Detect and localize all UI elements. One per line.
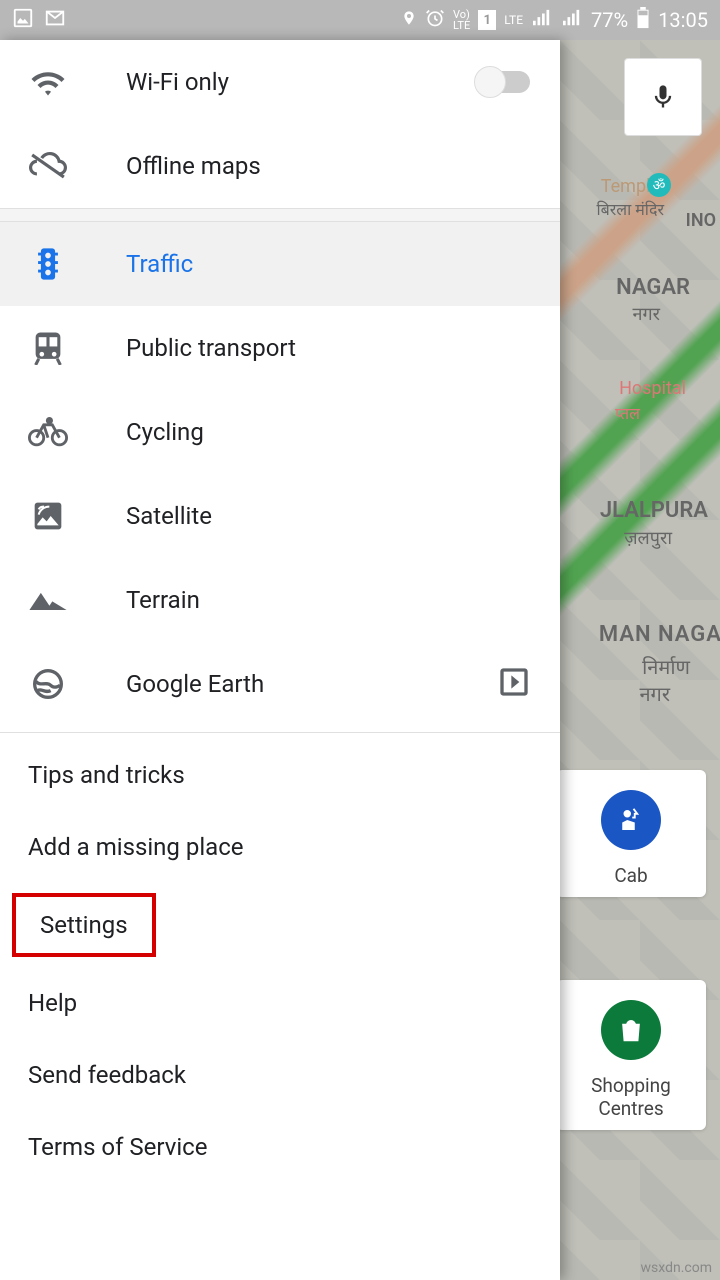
volte-label: Vo)LTE [453, 9, 470, 31]
separator [0, 732, 560, 733]
label: Settings [40, 911, 128, 939]
shopping-icon [601, 1000, 661, 1060]
label: Help [28, 989, 77, 1017]
menu-item-settings[interactable]: Settings [0, 883, 560, 967]
transit-icon [28, 331, 68, 365]
label: Terms of Service [28, 1133, 207, 1161]
card-label: Cab [566, 864, 696, 887]
wifi-only-toggle[interactable] [478, 71, 530, 93]
map-label-man-nagar-sub: निर्माण [642, 653, 690, 680]
map-label-nagar: NAGAR [616, 275, 690, 300]
category-card-shopping[interactable]: Shopping Centres [556, 980, 706, 1130]
menu-item-tos[interactable]: Terms of Service [0, 1111, 560, 1183]
menu-item-traffic[interactable]: Traffic [0, 222, 560, 306]
signal-icon [531, 8, 553, 32]
sim-icon: 1 [478, 10, 496, 30]
traffic-icon [28, 247, 68, 281]
menu-item-add-missing-place[interactable]: Add a missing place [0, 811, 560, 883]
category-card-cab[interactable]: Cab [556, 770, 706, 897]
label: Google Earth [126, 670, 264, 698]
svg-text:ॐ: ॐ [653, 178, 666, 194]
earth-icon [28, 668, 68, 700]
map-poi-hospital-sub: प्तल [615, 402, 640, 424]
label: Cycling [126, 418, 204, 446]
label: Traffic [126, 250, 193, 278]
menu-item-google-earth[interactable]: Google Earth [0, 642, 560, 726]
external-link-icon [498, 666, 530, 702]
cab-icon [601, 790, 661, 850]
om-marker-icon: ॐ [646, 172, 672, 198]
map-label-jlalpura-sub: ज़लपुरा [624, 526, 672, 550]
menu-item-offline-maps[interactable]: Offline maps [0, 124, 560, 208]
location-icon [401, 8, 417, 33]
cloud-off-icon [28, 151, 68, 181]
battery-label: 77% [591, 8, 628, 32]
card-label: Shopping [566, 1074, 696, 1097]
gallery-icon [12, 7, 34, 34]
status-bar: Vo)LTE 1 LTE 77% 13:05 [0, 0, 720, 40]
menu-item-satellite[interactable]: Satellite [0, 474, 560, 558]
wifi-icon [28, 68, 68, 96]
alarm-icon [425, 8, 445, 33]
menu-item-tips[interactable]: Tips and tricks [0, 739, 560, 811]
label: Send feedback [28, 1061, 186, 1089]
highlight-annotation: Settings [12, 893, 156, 957]
menu-item-wifi-only[interactable]: Wi-Fi only [0, 40, 560, 124]
map-label-man-nagar: MAN NAGA [599, 622, 720, 647]
map-label-nagar-sub: नगर [633, 302, 661, 326]
menu-item-public-transport[interactable]: Public transport [0, 306, 560, 390]
label: Terrain [126, 586, 200, 614]
map-poi-hospital[interactable]: Hospital [619, 378, 686, 399]
label: Offline maps [126, 152, 261, 180]
menu-item-terrain[interactable]: Terrain [0, 558, 560, 642]
signal-icon-2 [561, 8, 583, 32]
mail-icon [44, 7, 66, 34]
navigation-drawer: Wi-Fi only Offline maps Traffic Public t… [0, 40, 560, 1280]
watermark: wsxdn.com [641, 1260, 712, 1276]
label: Tips and tricks [28, 761, 185, 789]
bike-icon [28, 417, 68, 447]
voice-search-button[interactable] [624, 58, 702, 136]
mic-icon [649, 78, 677, 116]
label: Add a missing place [28, 833, 244, 861]
terrain-icon [28, 588, 68, 612]
card-sublabel: Centres [566, 1097, 696, 1120]
clock-label: 13:05 [658, 8, 708, 32]
battery-icon [636, 7, 650, 34]
label: Satellite [126, 502, 212, 530]
label: Public transport [126, 334, 296, 362]
map-label-jlalpura: JLALPURA [600, 498, 708, 523]
menu-item-cycling[interactable]: Cycling [0, 390, 560, 474]
separator [0, 208, 560, 222]
map-poi-temple-sub: बिरला मंदिर [596, 198, 664, 220]
map-label-ino: INO [686, 210, 716, 231]
menu-item-help[interactable]: Help [0, 967, 560, 1039]
map-label-man-nagar-sub2: नगर [639, 680, 670, 707]
lte-label: LTE [504, 13, 523, 27]
label: Wi-Fi only [126, 68, 229, 96]
menu-item-send-feedback[interactable]: Send feedback [0, 1039, 560, 1111]
satellite-icon [28, 500, 68, 532]
